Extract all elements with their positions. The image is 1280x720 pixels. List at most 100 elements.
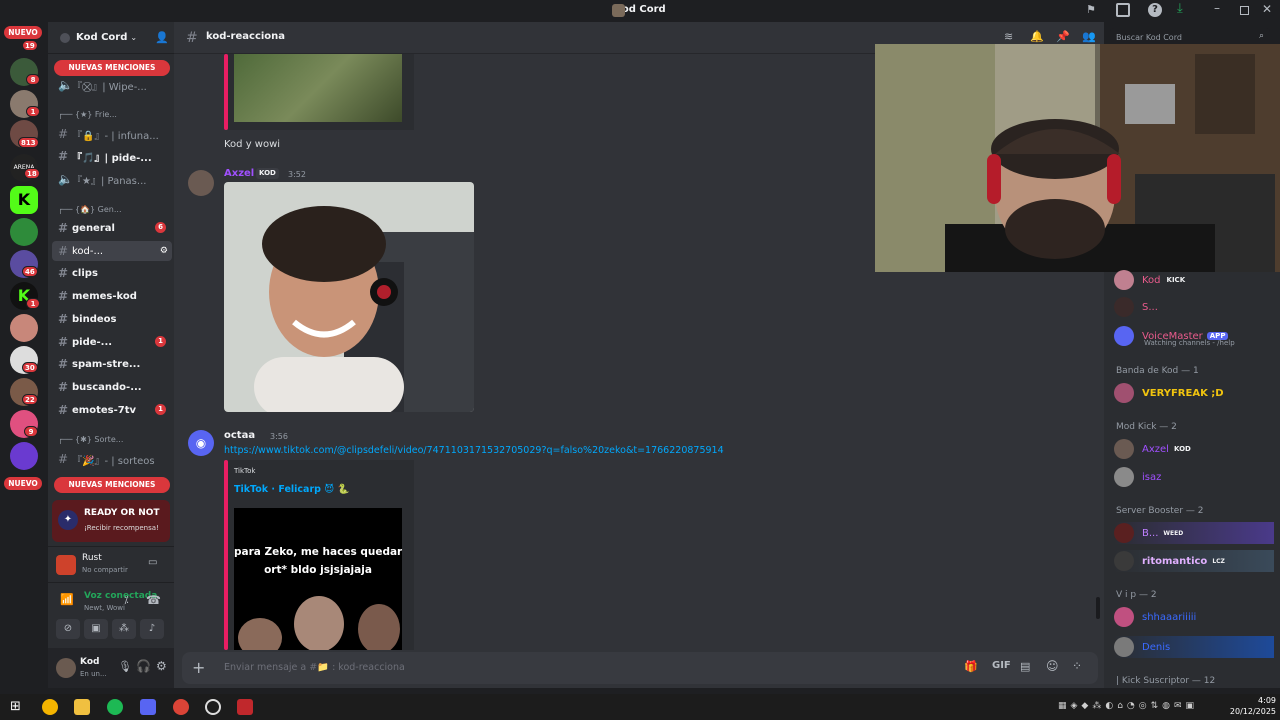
category-friends[interactable]: ┌── {★} Frie... — [58, 110, 117, 119]
obs-icon[interactable] — [205, 699, 221, 715]
server-header[interactable]: Kod Cord ⌄ 👤 — [48, 22, 174, 54]
user-panel: Kod En un... 🎙 🎧 ⚙ — [48, 648, 174, 688]
windows-start-icon[interactable]: ⊞ — [10, 699, 26, 715]
member-b[interactable]: B... WEED — [1114, 522, 1274, 544]
inbox-icon[interactable]: ⚑ — [1086, 3, 1100, 17]
kick-server-icon[interactable]: K — [10, 186, 38, 214]
channel-pide[interactable]: # 『🎵』| pide-... — [52, 146, 172, 166]
new-label[interactable]: NUEVO — [4, 26, 42, 39]
clock-date[interactable]: 20/12/2025 — [1226, 707, 1276, 716]
category-sorteos[interactable]: ┌── {✱} Sorte... — [58, 435, 123, 444]
channel-bindeos[interactable]: # bindeos — [52, 309, 172, 329]
chrome-alt-icon[interactable] — [173, 699, 189, 715]
minimize-icon[interactable]: – — [1214, 1, 1220, 15]
share-screen-icon[interactable]: ▣ — [84, 619, 108, 639]
soundboard-icon[interactable]: ♪ — [140, 619, 164, 639]
member-isaz[interactable]: isaz — [1114, 466, 1161, 488]
close-icon[interactable]: ✕ — [1262, 2, 1272, 16]
emoji-icon[interactable]: ☺ — [1046, 659, 1059, 673]
add-user-icon[interactable]: 👤 — [155, 31, 169, 44]
message-link[interactable]: https://www.tiktok.com/@clipsdefeli/vide… — [224, 445, 724, 456]
bell-icon[interactable]: 🔔 — [1030, 30, 1044, 43]
apps-icon[interactable]: ⁘ — [1072, 659, 1082, 673]
embed-image[interactable] — [234, 54, 402, 122]
avatar[interactable] — [188, 170, 214, 196]
scrollbar-thumb[interactable] — [1096, 597, 1100, 619]
promo-card[interactable]: ✦ READY OR NOT ¡Recibir recompensa! — [52, 500, 170, 542]
message-image[interactable] — [224, 182, 474, 412]
stream-icon[interactable]: ▭ — [148, 557, 157, 568]
server-icon-6[interactable] — [10, 218, 38, 246]
download-icon[interactable]: ⤓ — [1177, 1, 1183, 16]
spotify-icon[interactable] — [107, 699, 123, 715]
gif-icon[interactable]: GIF — [992, 660, 1011, 671]
channel-panas[interactable]: 🔈 『★』| Panas... — [52, 169, 172, 189]
gear-icon[interactable]: ⚙ — [156, 659, 167, 673]
chevron-down-icon: ⌄ — [130, 33, 138, 42]
server-icon-13[interactable] — [10, 442, 38, 470]
avatar[interactable] — [56, 658, 76, 678]
threads-icon[interactable]: ≋ — [1004, 30, 1013, 43]
message-author[interactable]: octaa — [224, 430, 255, 441]
new-label-bottom[interactable]: NUEVO — [4, 477, 42, 490]
file-explorer-icon[interactable] — [74, 699, 90, 715]
channel-buscando[interactable]: # buscando-... — [52, 377, 172, 397]
camera-off-icon[interactable]: ⊘ — [56, 619, 80, 639]
disconnect-icon[interactable]: ☎ — [146, 593, 161, 607]
channel-wipe[interactable]: 🔈 『⛒』| Wipe-... — [52, 75, 172, 95]
system-tray-icons[interactable]: ▦◈◆⁂◐⌂◔◎⇅◍✉▣ — [1058, 701, 1198, 711]
channel-sorteos[interactable]: # 『🎉』- | sorteos — [52, 449, 172, 469]
member-s[interactable]: S... — [1114, 296, 1158, 318]
member-denis[interactable]: Denis — [1114, 636, 1274, 658]
clock-time[interactable]: 4:09 — [1236, 696, 1276, 705]
avatar — [1114, 297, 1134, 317]
discord-avatar-icon[interactable]: ◉ — [188, 430, 214, 456]
channel-label: 『🎵』| pide-... — [72, 152, 152, 164]
channel-emotes[interactable]: # emotes-7tv 1 — [52, 400, 172, 420]
voice-panel: 📶 Voz conectada Newt, Wowi ⁒ ☎ ⊘ ▣ ⁂ ♪ — [48, 582, 174, 642]
server-status-icon — [60, 32, 70, 43]
add-attachment-icon[interactable]: + — [192, 658, 205, 677]
channel-pide-2[interactable]: # pide-... 1 — [52, 332, 172, 352]
new-mentions-button-bottom[interactable]: NUEVAS MENCIONES — [54, 477, 170, 493]
pin-icon[interactable]: 📌 — [1056, 30, 1070, 43]
member-name: B... — [1142, 527, 1159, 539]
server-icon-9[interactable] — [10, 314, 38, 342]
member-shhaaariiiii[interactable]: shhaaariiiii — [1114, 606, 1196, 628]
screen-icon[interactable] — [1116, 3, 1130, 17]
activities-icon[interactable]: ⁂ — [112, 619, 136, 639]
channel-memes[interactable]: # memes-kod — [52, 286, 172, 306]
channel-infuna[interactable]: # 『🔒』- | infuna... — [52, 124, 172, 144]
microphone-icon[interactable]: 🎙 — [118, 660, 132, 673]
embed-thumbnail[interactable]: para Zeko, me haces quedar p ort* bldo j… — [234, 508, 402, 650]
channel-general[interactable]: # general 6 — [52, 218, 172, 238]
noise-suppression-icon[interactable]: ⁒ — [124, 595, 129, 606]
member-axzel[interactable]: Axzel KOD — [1114, 438, 1191, 460]
member-ritomantico[interactable]: ritomantico LCZ — [1114, 550, 1274, 572]
channel-kod-reacciona[interactable]: # kod-... ⚙ — [52, 241, 172, 261]
sticker-icon[interactable]: ▤ — [1020, 660, 1030, 673]
group-header: | Kick Suscriptor — 12 — [1116, 676, 1216, 686]
channel-spam[interactable]: # spam-stre... — [52, 354, 172, 374]
settings-icon[interactable]: ⚙ — [160, 246, 168, 256]
member-veryfreak[interactable]: VERYFREAK ;D — [1114, 382, 1224, 404]
app-icon[interactable] — [237, 699, 253, 715]
channel-label: spam-stre... — [72, 358, 141, 370]
channel-badge: 1 — [155, 404, 166, 415]
server-list: NUEVO 19 8 1 813 ARENA 18 K 46 K 1 30 22… — [0, 22, 48, 688]
headphones-icon[interactable]: 🎧 — [136, 659, 151, 673]
embed-title[interactable]: TikTok · Felicarp 😈 🐍 — [234, 484, 349, 495]
new-mentions-button[interactable]: NUEVAS MENCIONES — [54, 60, 170, 76]
maximize-icon[interactable] — [1240, 6, 1249, 15]
message-author[interactable]: Axzel — [224, 168, 254, 179]
members-icon[interactable]: 👥 — [1082, 30, 1096, 43]
message-composer[interactable]: + Enviar mensaje a #📁 : kod-reacciona 🎁 … — [182, 652, 1098, 684]
channel-clips[interactable]: # clips — [52, 263, 172, 283]
help-icon[interactable]: ? — [1148, 3, 1162, 17]
member-kod[interactable]: Kod KICK — [1114, 269, 1185, 291]
gift-icon[interactable]: 🎁 — [964, 660, 978, 673]
chrome-icon[interactable] — [42, 699, 58, 715]
category-general[interactable]: ┌── {🏠} Gen... — [58, 205, 122, 214]
avatar — [1114, 637, 1134, 657]
discord-taskbar-icon[interactable] — [140, 699, 156, 715]
